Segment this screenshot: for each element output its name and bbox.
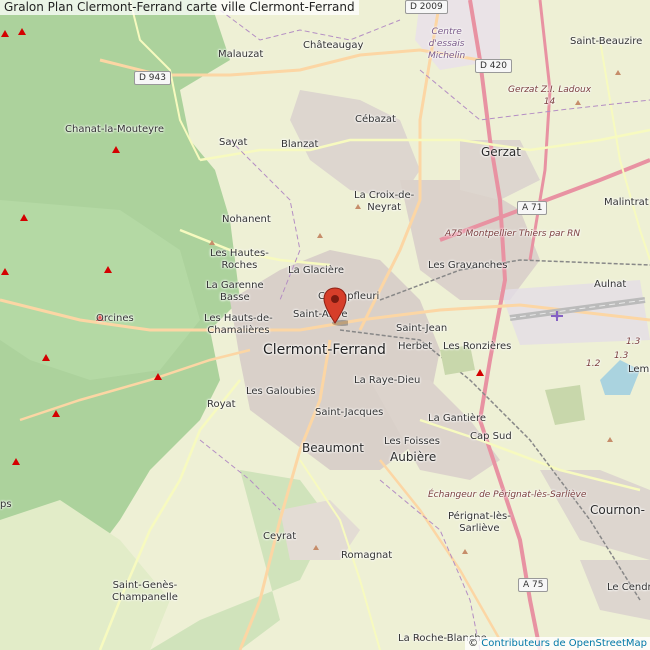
map-pin-icon[interactable] (322, 287, 348, 327)
place-saint-jean: Saint-Jean (396, 323, 448, 334)
place-malauzat: Malauzat (218, 49, 264, 60)
place-lemp: Lemp (628, 364, 650, 375)
place-saint-beauzire: Saint-Beauzire (570, 36, 643, 47)
place-chanat: Chanat-la-Mouteyre (65, 124, 165, 135)
place-perignat: Pérignat-lès- Sarliève (448, 511, 511, 534)
place-hautes-roches: Les Hautes- Roches (210, 248, 269, 271)
place-glaciere: La Glacière (288, 265, 345, 276)
map-title: Gralon Plan Clermont-Ferrand carte ville… (0, 0, 359, 15)
ref-1-3-a: 1.3 (626, 337, 641, 347)
place-a75-montpellier: A75 Montpellier Thiers par RN (445, 229, 581, 239)
place-ps-partial: ps (0, 499, 12, 510)
place-gerzat: Gerzat (481, 145, 521, 159)
road-shield-a75: A 75 (518, 578, 549, 592)
place-nohanent: Nohanent (222, 214, 271, 225)
place-cap-sud: Cap Sud (470, 431, 512, 442)
road-shield-d420: D 420 (475, 59, 512, 73)
place-saint-jacques: Saint-Jacques (315, 407, 384, 418)
place-ronzieres: Les Ronzières (443, 341, 512, 352)
attribution-prefix: © (468, 638, 482, 649)
place-cournon: Cournon- (590, 503, 645, 517)
place-saint-genes: Saint-Genès- Champanelle (112, 580, 178, 603)
place-chateaugay: Châteaugay (303, 40, 364, 51)
osm-contributors-link[interactable]: Contributeurs de OpenStreetMap (481, 638, 647, 649)
place-raye-dieu: La Raye-Dieu (354, 375, 421, 386)
place-le-cendre: Le Cendre (607, 582, 650, 593)
place-aulnat: Aulnat (594, 279, 627, 290)
place-echangeur: Échangeur de Pérignat-lès-Sarliève (428, 490, 587, 500)
place-beaumont: Beaumont (302, 441, 364, 455)
place-galoubies: Les Galoubies (246, 386, 316, 397)
place-hauts-chamalieres: Les Hauts-de- Chamalières (204, 313, 273, 336)
ref-1-2: 1.2 (586, 359, 601, 369)
place-centre-essais: Centre d'essais Michelin (428, 27, 466, 61)
place-blanzat: Blanzat (281, 139, 319, 150)
place-orcines: Orcines (96, 313, 134, 324)
place-cebazat: Cébazat (355, 114, 396, 125)
road-shield-d943: D 943 (134, 71, 171, 85)
map-canvas[interactable]: Gralon Plan Clermont-Ferrand carte ville… (0, 0, 650, 650)
ref-1-3-b: 1.3 (614, 351, 629, 361)
place-foisses: Les Foisses (384, 436, 441, 447)
place-malintrat: Malintrat (604, 197, 649, 208)
road-shield-a71: A 71 (517, 201, 548, 215)
place-aubiere: Aubière (390, 450, 437, 464)
place-ceyrat: Ceyrat (263, 531, 297, 542)
place-romagnat: Romagnat (341, 550, 393, 561)
attribution: © Contributeurs de OpenStreetMap (465, 637, 650, 650)
place-gerzat-zi: Gerzat Z.I. Ladoux 14 (508, 85, 592, 107)
place-royat: Royat (207, 399, 236, 410)
place-gravanches: Les Gravanches (428, 260, 508, 271)
place-garenne-basse: La Garenne Basse (206, 280, 264, 303)
road-shield-d2009: D 2009 (405, 0, 448, 14)
place-clermont-ferrand: Clermont-Ferrand (263, 342, 386, 358)
place-sayat: Sayat (219, 137, 248, 148)
place-herbet: Herbet (398, 341, 433, 352)
place-croix-neyrat: La Croix-de- Neyrat (354, 190, 415, 213)
place-gantiere: La Gantière (428, 413, 486, 424)
